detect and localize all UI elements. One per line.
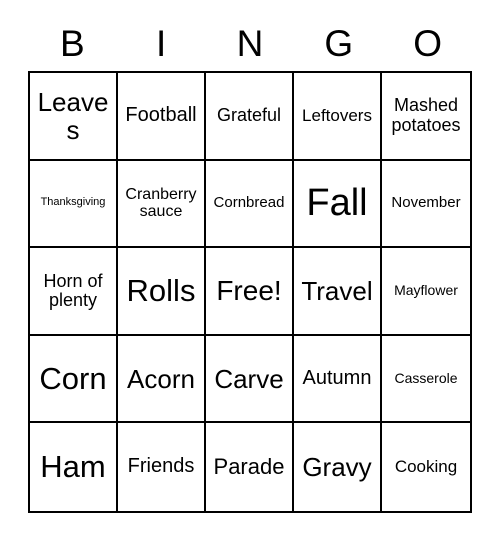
bingo-card: B I N G O Leaves Football Grateful Leftover… xyxy=(0,0,501,544)
bingo-cell[interactable]: Parade xyxy=(206,423,294,511)
bingo-cell-label: Leaves xyxy=(37,86,109,145)
bingo-header-letter-n: N xyxy=(236,23,264,64)
bingo-header-letter-b: B xyxy=(60,23,85,64)
bingo-cell-label: Football xyxy=(125,104,197,126)
bingo-cell[interactable]: Cooking xyxy=(382,423,470,511)
bingo-cell-label: Friends xyxy=(127,455,195,478)
bingo-cell-label: Gravy xyxy=(302,452,372,483)
bingo-header-row: B I N G O xyxy=(28,16,472,71)
bingo-header-letter-i: I xyxy=(156,23,167,64)
bingo-cell-label: Autumn xyxy=(302,366,372,389)
bingo-cell-label: Grateful xyxy=(216,105,282,126)
bingo-cell[interactable]: Thanksgiving xyxy=(30,160,118,249)
bingo-cell-label: Mashed potatoes xyxy=(391,95,461,135)
bingo-cell-label: November xyxy=(391,194,461,212)
bingo-cell-label: Ham xyxy=(40,449,106,485)
bingo-cell-label: Acorn xyxy=(127,363,195,394)
bingo-cell[interactable]: Gravy xyxy=(294,423,382,511)
bingo-cell[interactable]: Carve xyxy=(206,335,294,424)
bingo-cell[interactable]: Horn of plenty xyxy=(30,248,118,336)
bingo-cell[interactable]: Travel xyxy=(294,248,382,336)
bingo-cell-label: Casserole xyxy=(394,370,458,387)
bingo-header-letter-o: O xyxy=(413,23,442,64)
bingo-cell[interactable]: Acorn xyxy=(118,335,206,424)
bingo-cell[interactable]: Football xyxy=(118,73,206,161)
bingo-cell-label: Carve xyxy=(214,363,284,394)
bingo-cell[interactable]: Fall xyxy=(294,160,382,249)
bingo-cell-label: Cooking xyxy=(394,457,458,476)
bingo-header-letter-g: G xyxy=(324,23,354,64)
bingo-cell-label: Thanksgiving xyxy=(40,196,106,209)
bingo-cell-label: Horn of plenty xyxy=(43,270,103,310)
bingo-cell-label: Rolls xyxy=(126,273,196,309)
bingo-cell[interactable]: Cranberry sauce xyxy=(118,160,206,249)
bingo-cell-label: Free! xyxy=(216,274,282,306)
bingo-cell-label: Mayflower xyxy=(394,282,458,299)
bingo-cell-label: Fall xyxy=(306,181,368,224)
bingo-grid: Leaves Football Grateful Leftovers Mashed po… xyxy=(28,71,472,513)
bingo-cell[interactable]: Autumn xyxy=(294,335,382,424)
bingo-cell-free[interactable]: Free! xyxy=(206,248,294,336)
bingo-cell-label: Cornbread xyxy=(213,194,285,212)
bingo-cell-label: Cranberry sauce xyxy=(125,186,197,221)
bingo-cell[interactable]: Ham xyxy=(30,423,118,511)
bingo-cell[interactable]: Friends xyxy=(118,423,206,511)
bingo-cell-label: Corn xyxy=(39,360,107,396)
bingo-cell[interactable]: November xyxy=(382,160,470,249)
bingo-cell[interactable]: Corn xyxy=(30,335,118,424)
bingo-cell-label: Parade xyxy=(213,454,285,480)
bingo-cell[interactable]: Grateful xyxy=(206,73,294,161)
bingo-cell[interactable]: Rolls xyxy=(118,248,206,336)
bingo-cell[interactable]: Cornbread xyxy=(206,160,294,249)
bingo-cell-label: Travel xyxy=(301,275,373,306)
bingo-cell[interactable]: Mashed potatoes xyxy=(382,73,470,161)
bingo-cell-label: Leftovers xyxy=(302,105,372,125)
bingo-cell[interactable]: Mayflower xyxy=(382,248,470,336)
bingo-cell[interactable]: Leftovers xyxy=(294,73,382,161)
bingo-cell[interactable]: Casserole xyxy=(382,335,470,424)
bingo-cell[interactable]: Leaves xyxy=(30,73,118,161)
